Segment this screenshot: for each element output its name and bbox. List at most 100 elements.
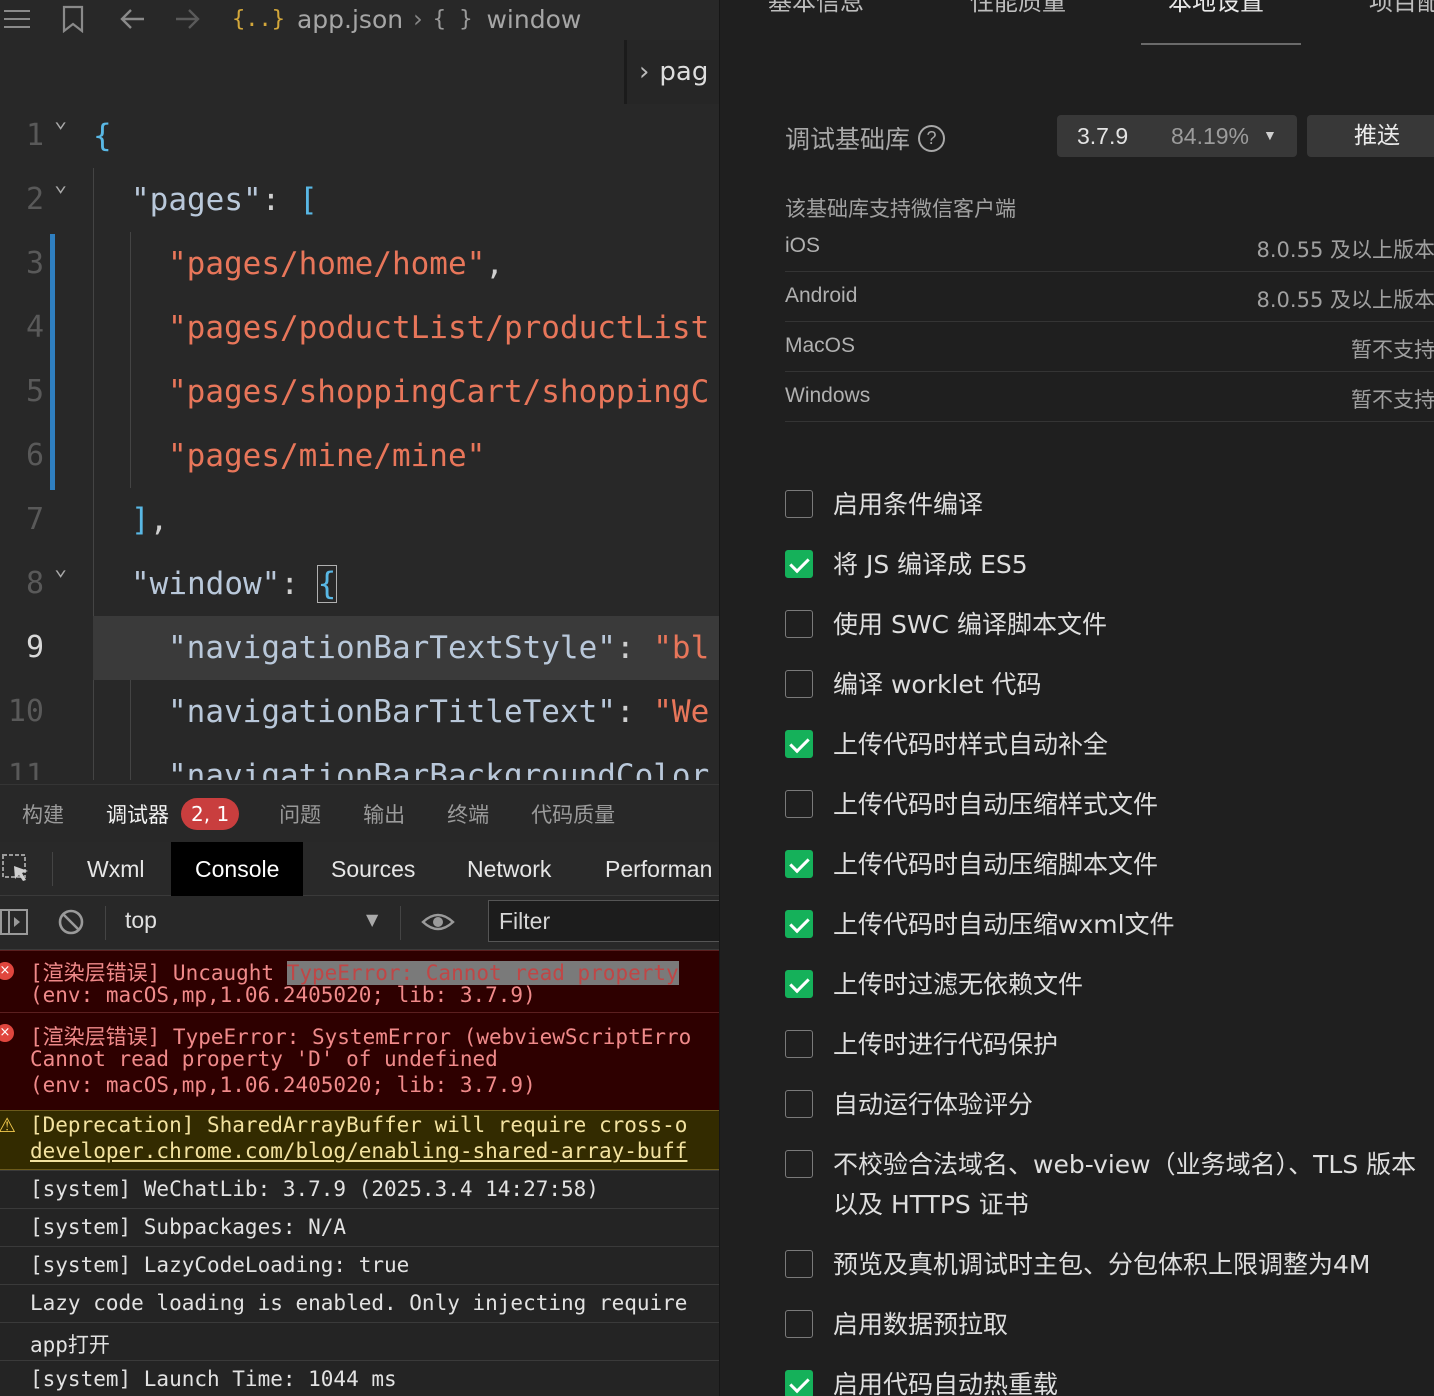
object-symbol-icon: { } xyxy=(432,6,473,32)
setting-label: 使用 SWC 编译脚本文件 xyxy=(833,610,1107,639)
devtools-tab-performance[interactable]: Performan xyxy=(581,842,719,896)
os-name: MacOS xyxy=(785,334,856,357)
warning-link[interactable]: developer.chrome.com/blog/enabling-share… xyxy=(30,1139,687,1163)
code-line[interactable]: 8 ⌄ "window": { xyxy=(0,552,719,616)
code-text: "pages/mine/mine" xyxy=(168,438,486,474)
panel-tab-code-quality[interactable]: 代码质量 xyxy=(531,799,615,829)
context-selector[interactable]: top xyxy=(125,907,157,934)
log-text: Lazy code loading is enabled. Only injec… xyxy=(30,1291,688,1315)
console-output: × [渲染层错误] Uncaught TypeError: Cannot rea… xyxy=(0,950,719,1396)
code-line[interactable]: 3 "pages/home/home", xyxy=(0,232,719,296)
back-arrow-icon[interactable] xyxy=(116,2,148,36)
console-error: × [渲染层错误] Uncaught TypeError: Cannot rea… xyxy=(0,950,719,1012)
lib-version-select[interactable]: 3.7.9 84.19% ▼ xyxy=(1057,115,1297,157)
code-text: "pages/shoppingCart/shoppingC xyxy=(168,374,710,410)
checkbox[interactable] xyxy=(785,790,813,818)
breadcrumb-symbol[interactable]: window xyxy=(486,5,581,34)
clear-console-icon[interactable] xyxy=(57,908,85,940)
checkbox[interactable] xyxy=(785,730,813,758)
code-line[interactable]: 4 "pages/poductList/productList xyxy=(0,296,719,360)
element-picker-icon[interactable] xyxy=(2,854,32,888)
code-line[interactable]: 7], xyxy=(0,488,719,552)
checkbox[interactable] xyxy=(785,490,813,518)
settings-tab-local[interactable]: 本地设置 xyxy=(1168,0,1264,17)
checkbox[interactable] xyxy=(785,1370,813,1396)
code-text: "window": { xyxy=(131,565,338,603)
checkbox[interactable] xyxy=(785,1250,813,1278)
line-number: 1 xyxy=(25,118,44,153)
panel-tab-debugger[interactable]: 调试器 xyxy=(106,799,169,829)
panel-tab-output[interactable]: 输出 xyxy=(363,799,405,829)
settings-tab-basic-info[interactable]: 基本信息 xyxy=(768,0,864,17)
line-number: 8 xyxy=(25,566,44,601)
code-line[interactable]: 11 "navigationBarBackgroundColor xyxy=(0,744,719,780)
error-text: [渲染层错误] Uncaught xyxy=(30,961,287,985)
fold-chevron-icon[interactable]: ⌄ xyxy=(54,556,67,581)
panel-tab-problems[interactable]: 问题 xyxy=(279,799,321,829)
line-number: 5 xyxy=(25,374,44,409)
context-dropdown-icon[interactable]: ▼ xyxy=(366,910,378,929)
panel-tab-terminal[interactable]: 终端 xyxy=(447,799,489,829)
code-text: "pages": [ xyxy=(131,182,318,218)
checkbox[interactable] xyxy=(785,1030,813,1058)
chevron-right-icon: › xyxy=(413,5,423,33)
devtools-tab-wxml[interactable]: Wxml xyxy=(63,842,168,896)
checkbox[interactable] xyxy=(785,970,813,998)
caret-down-icon: ▼ xyxy=(1263,127,1277,143)
devtools-tab-network[interactable]: Network xyxy=(443,842,575,896)
checkbox[interactable] xyxy=(785,1310,813,1338)
code-line[interactable]: 9 "navigationBarTextStyle": "bl xyxy=(26,616,719,680)
checkbox[interactable] xyxy=(785,1150,813,1178)
code-editor[interactable]: 1 ⌄ {2 ⌄ "pages": [3 "pages/home/home", 4 "page… xyxy=(0,104,719,780)
fold-chevron-icon[interactable]: ⌄ xyxy=(54,108,67,133)
forward-arrow-icon[interactable] xyxy=(172,2,204,36)
code-line[interactable]: 10 "navigationBarTitleText": "We xyxy=(0,680,719,744)
console-filter-input[interactable]: Filter xyxy=(488,900,719,942)
error-icon: × xyxy=(0,962,14,980)
client-support-row: MacOS 暂不支持 xyxy=(785,322,1434,372)
console-log-line: app打开 xyxy=(0,1322,719,1360)
checkbox[interactable] xyxy=(785,1090,813,1118)
breadcrumb-file[interactable]: app.json xyxy=(297,5,403,34)
checkbox[interactable] xyxy=(785,550,813,578)
bookmark-icon[interactable] xyxy=(58,2,88,36)
checkbox[interactable] xyxy=(785,670,813,698)
code-line[interactable]: 6 "pages/mine/mine" xyxy=(0,424,719,488)
panel-tab-build[interactable]: 构建 xyxy=(22,799,64,829)
console-log-line: [system] Launch Time: 1044 ms xyxy=(0,1360,719,1396)
console-log-line: [system] WeChatLib: 3.7.9 (2025.3.4 14:2… xyxy=(0,1170,719,1208)
checkbox[interactable] xyxy=(785,850,813,878)
code-text: "pages/poductList/productList xyxy=(168,310,710,346)
warning-icon: ⚠ xyxy=(0,1113,16,1137)
setting-label: 预览及真机调试时主包、分包体积上限调整为4M xyxy=(833,1250,1371,1279)
checkbox[interactable] xyxy=(785,610,813,638)
eye-icon[interactable] xyxy=(421,910,455,938)
console-log-line: [system] LazyCodeLoading: true xyxy=(0,1246,719,1284)
line-number: 4 xyxy=(25,310,44,345)
devtools-tab-console[interactable]: Console xyxy=(171,842,304,896)
console-log-line: [system] Subpackages: N/A xyxy=(0,1208,719,1246)
sidebar-toggle-icon[interactable] xyxy=(0,909,30,939)
log-text: [system] LazyCodeLoading: true xyxy=(30,1253,410,1277)
warning-text: [Deprecation] SharedArrayBuffer will req… xyxy=(30,1113,688,1137)
console-log-line: Lazy code loading is enabled. Only injec… xyxy=(0,1284,719,1322)
error-text: (env: macOS,mp,1.06.2405020; lib: 3.7.9) xyxy=(30,1073,536,1097)
editor-toolbar: {..} app.json › { } window xyxy=(0,0,719,40)
code-line[interactable]: 2 ⌄ "pages": [ xyxy=(0,168,719,232)
settings-tab-performance[interactable]: 性能质量 xyxy=(970,0,1066,17)
devtools-tab-sources[interactable]: Sources xyxy=(307,842,439,896)
help-icon[interactable]: ? xyxy=(918,124,946,152)
menu-icon[interactable] xyxy=(2,2,32,36)
code-line[interactable]: 5 "pages/shoppingCart/shoppingC xyxy=(0,360,719,424)
settings-tab-project-config[interactable]: 项目配 xyxy=(1369,0,1434,17)
json-file-icon: {..} xyxy=(232,6,285,32)
code-line[interactable]: 1 ⌄ { xyxy=(0,104,719,168)
error-text: (env: macOS,mp,1.06.2405020; lib: 3.7.9) xyxy=(30,983,536,1007)
checkbox[interactable] xyxy=(785,910,813,938)
push-button[interactable]: 推送 xyxy=(1307,115,1434,157)
os-support-value: 8.0.55 及以上版本 xyxy=(1256,288,1434,312)
sticky-scroll-header[interactable]: › pag xyxy=(624,40,719,104)
lib-version: 3.7.9 xyxy=(1077,123,1129,149)
fold-chevron-icon[interactable]: ⌄ xyxy=(54,172,67,197)
setting-label: 不校验合法域名、web-view（业务域名）、TLS 版本以及 HTTPS 证书 xyxy=(833,1150,1417,1219)
